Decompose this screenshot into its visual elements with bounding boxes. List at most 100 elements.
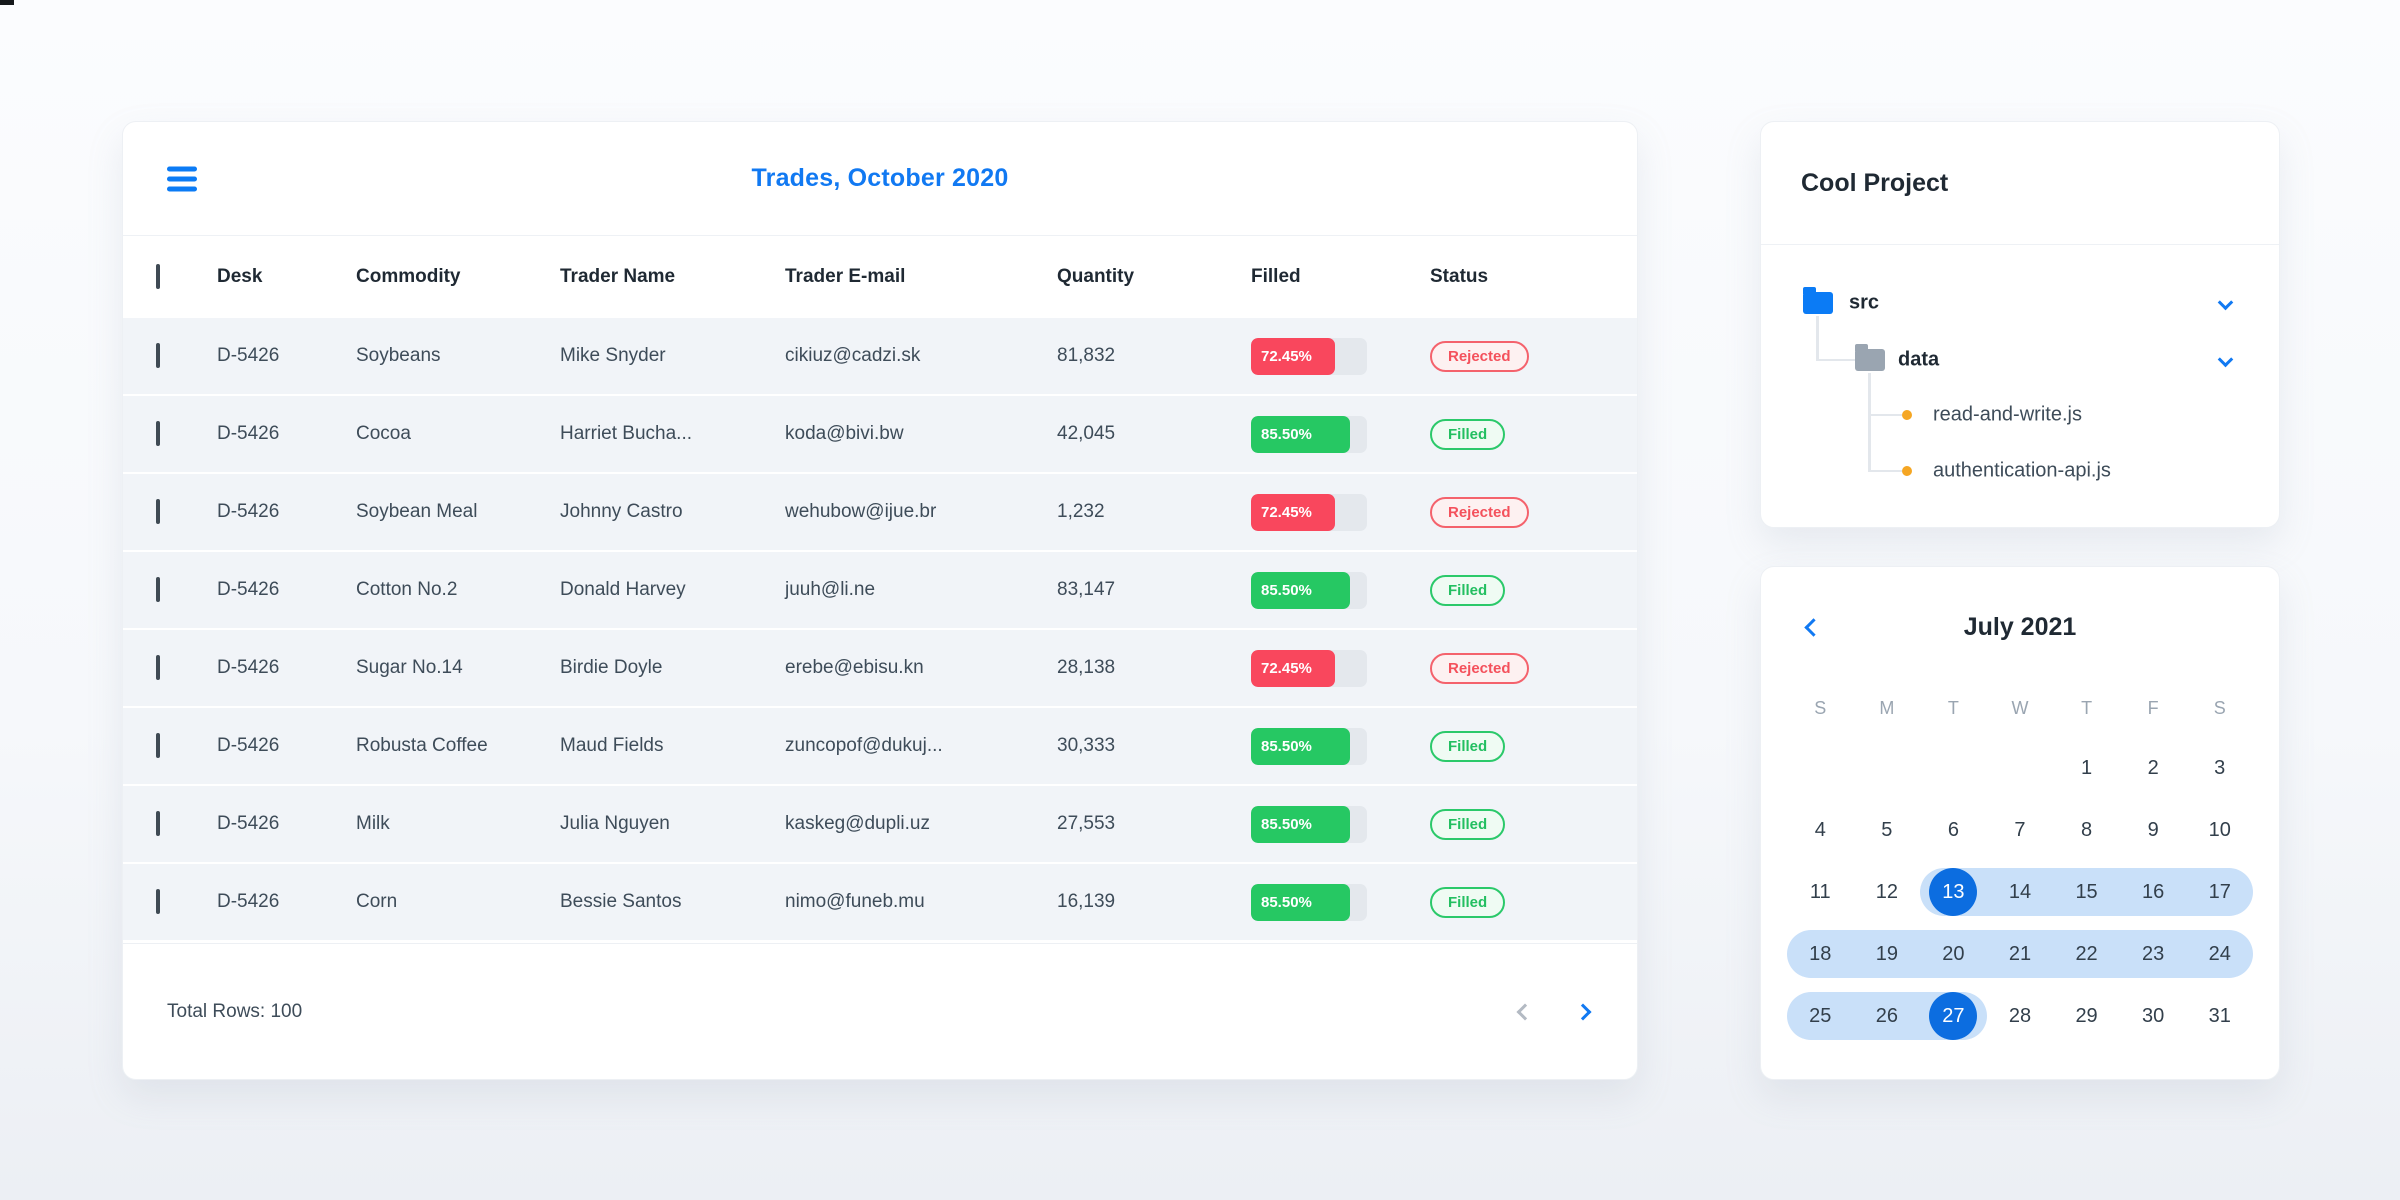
calendar-grid: S M T W T F S 1 2 3 4 5 6 7 8 9 10 11 12 13 14 15 16 17 18 19 20 21… — [1787, 679, 2253, 1047]
table-row: D-5426 Robusta Coffee Maud Fields zuncop… — [123, 708, 1637, 786]
row-checkbox[interactable] — [156, 421, 160, 446]
calendar-day[interactable]: 29 — [2053, 985, 2120, 1047]
day-number: 2 — [2147, 756, 2159, 779]
calendar-day[interactable]: 19 — [1853, 923, 1921, 985]
status-badge: Filled — [1430, 418, 1506, 450]
calendar-day[interactable]: 22 — [2053, 923, 2120, 985]
menu-icon[interactable] — [167, 166, 197, 191]
table-row: D-5426 Cotton No.2 Donald Harvey juuh@li… — [123, 552, 1637, 630]
cell-trader: Birdie Doyle — [560, 657, 663, 678]
cell-desk: D-5426 — [217, 501, 280, 522]
filled-bar-fill: 85.50% — [1251, 883, 1351, 921]
filled-bar-fill: 85.50% — [1251, 415, 1351, 453]
column-header-commodity: Commodity — [356, 266, 461, 287]
cell-email: juuh@li.ne — [785, 579, 876, 600]
cell-commodity: Milk — [356, 813, 390, 834]
calendar-day[interactable]: 8 — [2053, 799, 2120, 861]
select-all-checkbox[interactable] — [156, 264, 160, 289]
calendar-day[interactable]: 3 — [2186, 737, 2253, 799]
calendar-day[interactable]: 23 — [2119, 923, 2187, 985]
calendar-day[interactable]: 20 — [1920, 923, 1987, 985]
calendar-day[interactable]: 6 — [1920, 799, 1987, 861]
cell-quantity: 27,553 — [1057, 813, 1116, 834]
next-page-icon[interactable] — [1574, 1003, 1592, 1020]
day-number: 16 — [2142, 880, 2165, 903]
cell-desk: D-5426 — [217, 813, 280, 834]
calendar-day[interactable]: 17 — [2186, 861, 2253, 923]
day-number: 4 — [1814, 818, 1826, 841]
row-checkbox[interactable] — [156, 343, 160, 368]
cell-quantity: 42,045 — [1057, 423, 1116, 444]
cell-email: cikiuz@cadzi.sk — [785, 345, 921, 366]
row-checkbox[interactable] — [156, 655, 160, 680]
calendar-day[interactable]: 4 — [1787, 799, 1854, 861]
day-number: 23 — [2142, 942, 2165, 965]
cell-commodity: Corn — [356, 891, 398, 912]
weekday-label: F — [2147, 697, 2159, 718]
file-tree: src data read-and-write.js authenticatio… — [1761, 245, 2279, 527]
tree-item-file[interactable]: read-and-write.js — [1933, 404, 2082, 427]
status-badge: Rejected — [1430, 652, 1529, 684]
corner-artifact — [0, 0, 14, 5]
calendar-day[interactable]: 9 — [2120, 799, 2187, 861]
cell-quantity: 30,333 — [1057, 735, 1116, 756]
calendar-day[interactable]: 24 — [2186, 923, 2253, 985]
calendar-day[interactable]: 14 — [1986, 861, 2054, 923]
total-rows-label: Total Rows: 100 — [167, 1000, 303, 1022]
folder-icon-data[interactable] — [1855, 344, 1885, 371]
status-badge: Rejected — [1430, 340, 1529, 372]
calendar-day[interactable]: 18 — [1787, 923, 1854, 985]
calendar-day[interactable]: 5 — [1854, 799, 1921, 861]
cell-quantity: 16,139 — [1057, 891, 1116, 912]
previous-page-icon[interactable] — [1516, 1003, 1534, 1020]
calendar-day[interactable]: 10 — [2186, 799, 2253, 861]
weekday-label: T — [1947, 697, 1959, 718]
filled-bar-fill: 85.50% — [1251, 571, 1351, 609]
calendar-day[interactable]: 16 — [2119, 861, 2187, 923]
cell-email: zuncopof@dukuj... — [785, 735, 943, 756]
tree-item-src[interactable]: src — [1849, 292, 1879, 315]
table-row: D-5426 Sugar No.14 Birdie Doyle erebe@eb… — [123, 630, 1637, 708]
column-header-status: Status — [1430, 266, 1489, 287]
day-number: 10 — [2208, 818, 2231, 841]
calendar-day[interactable]: 30 — [2120, 985, 2187, 1047]
row-checkbox[interactable] — [156, 811, 160, 836]
table-row: D-5426 Corn Bessie Santos nimo@funeb.mu … — [123, 864, 1637, 942]
tree-item-data[interactable]: data — [1898, 349, 1939, 372]
row-checkbox[interactable] — [156, 733, 160, 758]
folder-icon-src[interactable] — [1803, 287, 1833, 314]
calendar-day[interactable]: 11 — [1787, 861, 1854, 923]
calendar-day[interactable]: 25 — [1787, 985, 1854, 1047]
calendar-day[interactable]: 15 — [2053, 861, 2120, 923]
cell-email: erebe@ebisu.kn — [785, 657, 924, 678]
calendar-day[interactable]: 28 — [1987, 985, 2054, 1047]
tree-item-file[interactable]: authentication-api.js — [1933, 460, 2111, 483]
calendar-day[interactable]: 21 — [1986, 923, 2054, 985]
calendar-day[interactable]: 31 — [2186, 985, 2253, 1047]
cell-email: wehubow@ijue.br — [785, 501, 937, 522]
filled-progress-bar: 85.50% — [1251, 727, 1367, 765]
day-number: 29 — [2075, 1004, 2098, 1027]
calendar-day[interactable]: 12 — [1854, 861, 1921, 923]
row-checkbox[interactable] — [156, 577, 160, 602]
column-header-filled: Filled — [1251, 266, 1301, 287]
pagination — [1516, 1003, 1592, 1020]
calendar-day[interactable]: 7 — [1987, 799, 2054, 861]
calendar-day[interactable]: 1 — [2053, 737, 2120, 799]
status-badge: Filled — [1430, 886, 1506, 918]
chevron-down-icon[interactable] — [2217, 294, 2234, 311]
calendar-day[interactable]: 2 — [2120, 737, 2187, 799]
column-header-quantity: Quantity — [1057, 266, 1135, 287]
tree-connector — [1868, 469, 1902, 472]
row-checkbox[interactable] — [156, 889, 160, 914]
chevron-down-icon[interactable] — [2217, 351, 2234, 368]
cell-trader: Bessie Santos — [560, 891, 682, 912]
calendar-day[interactable]: 27 — [1920, 985, 1987, 1047]
table-row: D-5426 Soybean Meal Johnny Castro wehubo… — [123, 474, 1637, 552]
calendar-day[interactable]: 26 — [1853, 985, 1921, 1047]
calendar-day[interactable]: 13 — [1920, 861, 1987, 923]
cell-commodity: Robusta Coffee — [356, 735, 488, 756]
day-number: 11 — [1809, 880, 1831, 903]
row-checkbox[interactable] — [156, 499, 160, 524]
cell-desk: D-5426 — [217, 579, 280, 600]
